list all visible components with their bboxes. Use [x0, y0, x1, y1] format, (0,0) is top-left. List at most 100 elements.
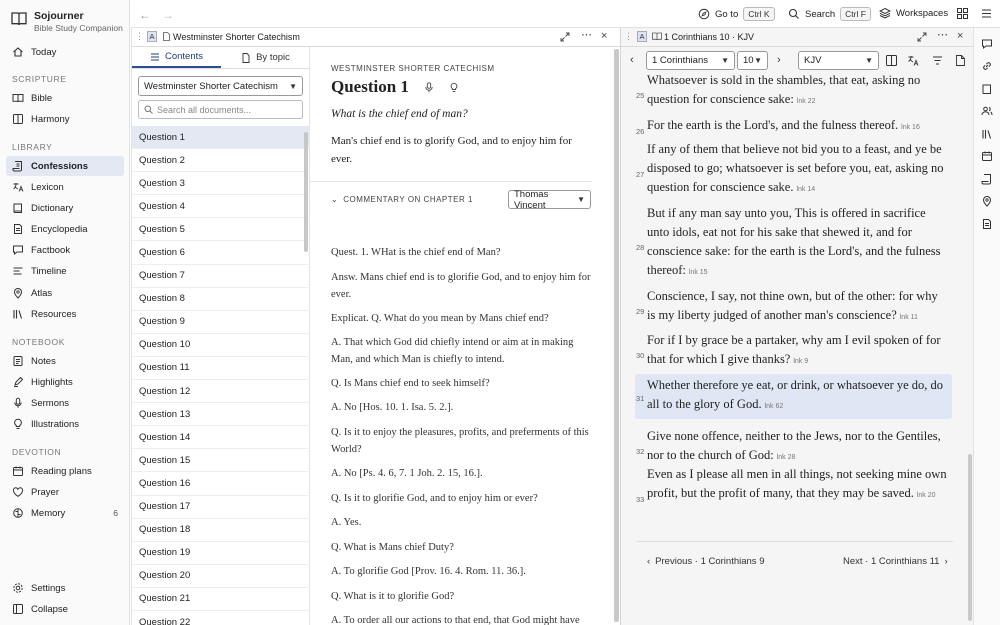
book-icon[interactable] — [981, 83, 993, 95]
verse[interactable]: 25 Whatsoever is sold in the shambles, th… — [635, 71, 952, 111]
list-item[interactable]: Question 11 — [132, 357, 310, 381]
document-select[interactable]: Westminster Shorter Catechism ▼ — [138, 76, 303, 96]
cross-reference-count[interactable]: lnk 16 — [901, 124, 920, 131]
list-item[interactable]: Question 18 — [132, 519, 310, 542]
bible-scrollbar[interactable] — [968, 454, 972, 621]
sidebar-item-factbook[interactable]: Factbook — [6, 240, 124, 260]
microphone-icon[interactable] — [424, 82, 434, 93]
list-item[interactable]: Question 12 — [132, 380, 310, 404]
panel-tab-title[interactable]: 1 Corinthians 10 · KJV — [664, 32, 754, 42]
people-icon[interactable] — [981, 105, 993, 117]
tab-contents[interactable]: Contents — [132, 47, 221, 68]
sidebar-item-encyclopedia[interactable]: Encyclopedia — [6, 219, 124, 239]
next-chapter-icon[interactable]: › — [777, 54, 781, 66]
question-list-scrollbar[interactable] — [304, 132, 308, 252]
sidebar-item-dictionary[interactable]: Dictionary — [6, 198, 124, 218]
search-button[interactable]: Search Ctrl F — [788, 7, 871, 21]
tab-by-topic[interactable]: By topic — [221, 47, 310, 68]
list-item[interactable]: Question 9 — [132, 311, 310, 334]
cross-reference-count[interactable]: lnk 22 — [797, 98, 816, 105]
list-item[interactable]: Question 20 — [132, 565, 310, 588]
commentary-toggle[interactable]: ⌄ COMMENTARY ON CHAPTER 1 — [331, 195, 473, 204]
list-item[interactable]: Question 6 — [132, 241, 310, 265]
sidebar-item-today[interactable]: Today — [6, 42, 124, 62]
list-item[interactable]: Question 14 — [132, 426, 310, 450]
settings-button[interactable]: Settings — [6, 578, 124, 598]
sidebar-item-harmony[interactable]: Harmony — [6, 109, 124, 129]
back-arrow-icon[interactable]: ← — [139, 8, 151, 22]
chat-icon[interactable] — [981, 38, 993, 50]
sidebar-item-notes[interactable]: Notes — [6, 351, 124, 371]
previous-chapter-icon[interactable]: ‹ — [630, 54, 634, 66]
list-item[interactable]: Question 7 — [132, 265, 310, 288]
list-item[interactable]: Question 22 — [132, 611, 310, 625]
list-item[interactable]: Question 8 — [132, 288, 310, 311]
document-icon[interactable] — [981, 218, 993, 230]
translate-icon[interactable] — [908, 55, 919, 66]
cross-reference-count[interactable]: lnk 20 — [917, 492, 936, 499]
menu-icon[interactable] — [981, 8, 992, 19]
close-icon[interactable]: × — [601, 30, 607, 42]
expand-icon[interactable] — [560, 32, 570, 42]
goto-button[interactable]: Go to Ctrl K — [698, 7, 775, 21]
verse[interactable]: 32 Give none offence, neither to the Jews… — [635, 427, 952, 467]
commentary-author-select[interactable]: Thomas Vincent ▼ — [508, 189, 591, 211]
sidebar-item-lexicon[interactable]: Lexicon — [6, 177, 124, 197]
verse[interactable]: 27 If any of them that believe not bid yo… — [635, 140, 952, 199]
verse[interactable]: 33 Even as I please all men in all things… — [635, 465, 952, 505]
grid-icon[interactable] — [957, 8, 968, 19]
sidebar-item-prayer[interactable]: Prayer — [6, 482, 124, 502]
expand-icon[interactable] — [917, 32, 927, 42]
list-item[interactable]: Question 10 — [132, 334, 310, 357]
scroll-icon[interactable] — [981, 173, 993, 185]
list-item[interactable]: Question 13 — [132, 403, 310, 427]
list-item[interactable]: Question 21 — [132, 588, 310, 611]
library-icon[interactable] — [981, 128, 993, 140]
verse[interactable]: 26 For the earth is the Lord's, and the f… — [635, 116, 952, 137]
sidebar-item-resources[interactable]: Resources — [6, 304, 124, 324]
collapse-button[interactable]: Collapse — [6, 599, 124, 619]
sidebar-item-memory[interactable]: Memory 6 — [6, 503, 124, 523]
lightbulb-icon[interactable] — [449, 82, 459, 93]
next-chapter-link[interactable]: Next · 1 Corinthians 11 › — [843, 556, 948, 567]
link-icon[interactable] — [981, 60, 993, 72]
list-item[interactable]: Question 1 — [132, 126, 310, 150]
version-select[interactable]: KJV ▼ — [798, 51, 879, 70]
chapter-select[interactable]: 10 ▼ — [737, 51, 768, 70]
notes-icon[interactable] — [955, 55, 966, 66]
sidebar-item-confessions[interactable]: Confessions — [6, 156, 124, 176]
sidebar-item-highlights[interactable]: Highlights — [6, 372, 124, 392]
sidebar-item-timeline[interactable]: Timeline — [6, 261, 124, 281]
cross-reference-count[interactable]: lnk 14 — [796, 186, 815, 193]
list-item[interactable]: Question 19 — [132, 542, 310, 565]
list-item[interactable]: Question 16 — [132, 472, 310, 496]
list-item[interactable]: Question 3 — [132, 172, 310, 196]
verse[interactable]: 31 Whether therefore ye eat, or drink, or… — [635, 374, 952, 419]
calendar-icon[interactable] — [981, 150, 993, 162]
previous-chapter-link[interactable]: ‹ Previous · 1 Corinthians 9 — [647, 556, 764, 567]
cross-reference-count[interactable]: lnk 9 — [793, 358, 808, 365]
cross-reference-count[interactable]: lnk 15 — [689, 269, 708, 276]
close-icon[interactable]: × — [957, 30, 963, 42]
cross-reference-count[interactable]: lnk 62 — [765, 403, 784, 410]
sidebar-item-atlas[interactable]: Atlas — [6, 283, 124, 303]
more-options-icon[interactable]: ⋯ — [581, 28, 592, 41]
sidebar-item-reading-plans[interactable]: Reading plans — [6, 461, 124, 481]
forward-arrow-icon[interactable]: → — [162, 8, 174, 22]
sidebar-item-bible[interactable]: Bible — [6, 88, 124, 108]
filter-icon[interactable] — [932, 55, 943, 66]
workspaces-button[interactable]: Workspaces — [879, 7, 948, 19]
sidebar-item-illustrations[interactable]: Illustrations — [6, 414, 124, 434]
cross-reference-count[interactable]: lnk 11 — [900, 314, 918, 321]
sidebar-item-sermons[interactable]: Sermons — [6, 393, 124, 413]
list-item[interactable]: Question 4 — [132, 195, 310, 219]
map-pin-icon[interactable] — [981, 195, 993, 207]
parallel-view-icon[interactable] — [886, 55, 897, 66]
list-item[interactable]: Question 17 — [132, 496, 310, 519]
document-search-input[interactable]: Search all documents... — [138, 100, 303, 119]
verse[interactable]: 30 For if I by grace be a partaker, why a… — [635, 331, 952, 371]
document-scrollbar[interactable] — [614, 49, 619, 622]
list-item[interactable]: Question 5 — [132, 218, 310, 242]
list-item[interactable]: Question 15 — [132, 449, 310, 473]
verse[interactable]: 28 But if any man say unto you, This is o… — [635, 204, 952, 282]
